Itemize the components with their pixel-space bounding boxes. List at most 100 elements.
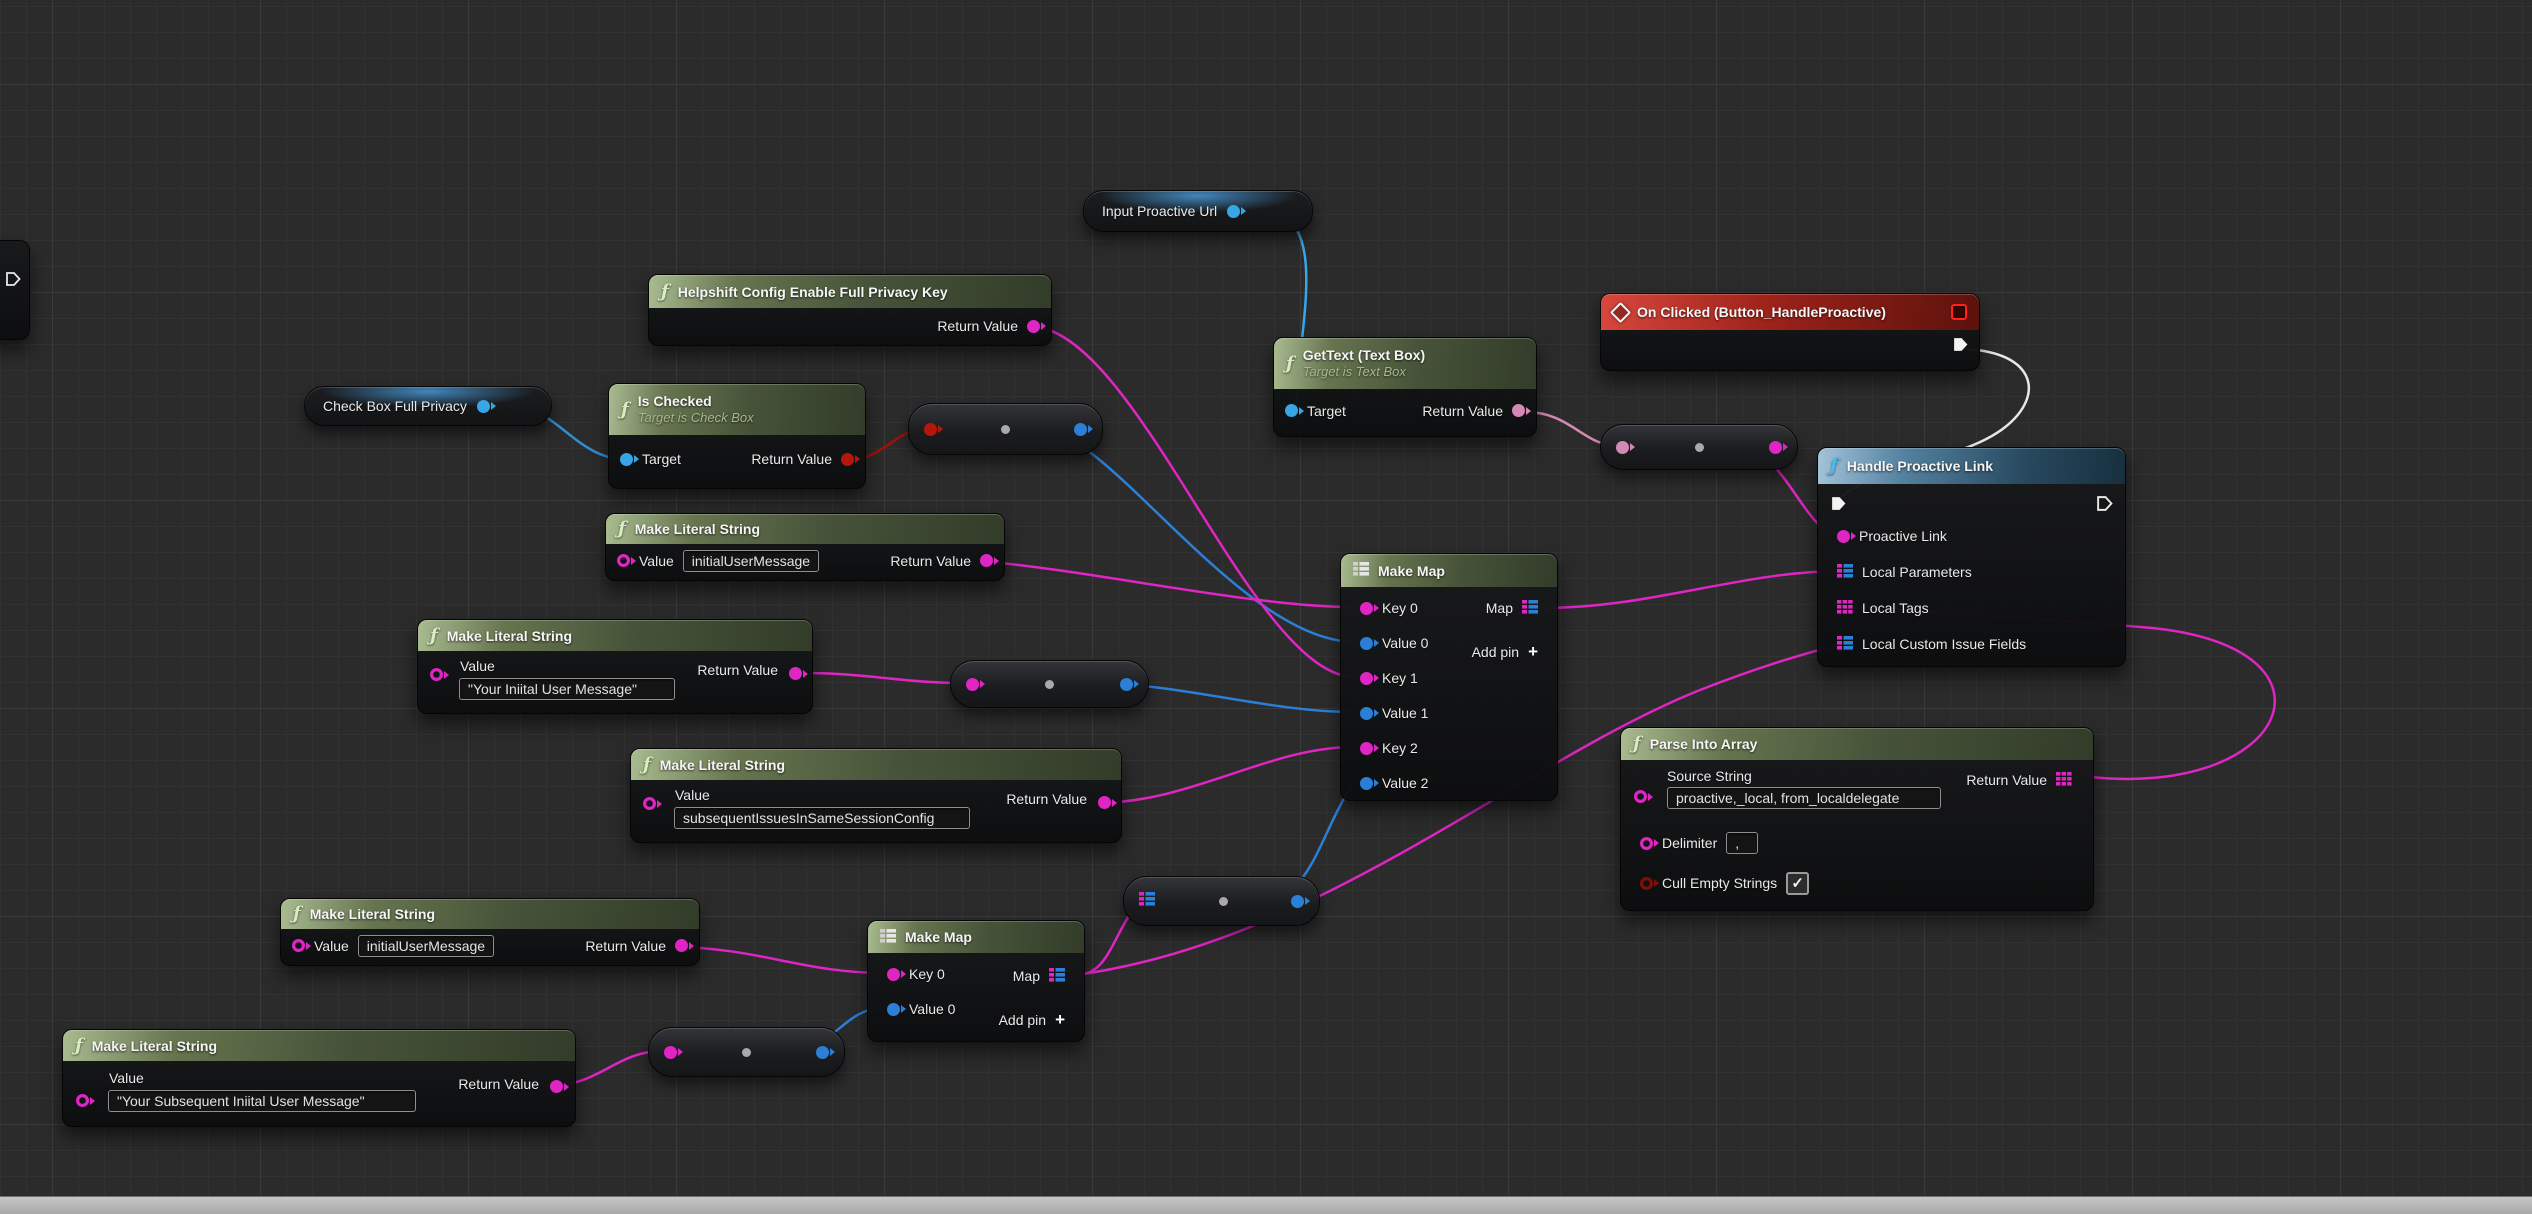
node-make-literal-string-4[interactable]: ƒ Make Literal String Value initialUserM… — [280, 898, 700, 966]
bool-in-pin[interactable] — [924, 423, 937, 436]
conversion-node-string-to-text-2[interactable] — [648, 1027, 845, 1077]
conversion-node-map-to-text[interactable] — [1123, 876, 1320, 926]
node-parse-into-array[interactable]: ƒ Parse Into Array Source String proacti… — [1620, 727, 2094, 911]
value-0-pin[interactable] — [1360, 637, 1373, 650]
node-make-literal-string-5[interactable]: ƒ Make Literal String Value "Your Subseq… — [62, 1029, 576, 1127]
node-make-map-2[interactable]: Make Map Key 0 Value 0 Map Add pin + — [867, 920, 1085, 1042]
array-pin[interactable] — [1837, 600, 1853, 617]
exec-in-pin[interactable] — [1830, 495, 1847, 515]
add-pin-button[interactable]: Add pin + — [988, 1007, 1076, 1033]
value-input[interactable]: initialUserMessage — [358, 935, 494, 957]
key-2-pin[interactable] — [1360, 742, 1373, 755]
map-out-pin[interactable] — [1049, 968, 1065, 985]
pin-label: Key 2 — [1382, 740, 1418, 756]
value-input[interactable]: subsequentIssuesInSameSessionConfig — [674, 807, 970, 829]
node-make-literal-string-1[interactable]: ƒ Make Literal String Value initialUserM… — [605, 513, 1005, 581]
text-in-pin[interactable] — [1616, 441, 1629, 454]
value-in-pin[interactable] — [643, 797, 656, 810]
object-out-pin[interactable] — [477, 400, 490, 413]
function-icon: ƒ — [1830, 457, 1838, 475]
value-in-pin[interactable] — [430, 668, 443, 681]
node-helpshift-config-enable-full-privacy-key[interactable]: ƒ Helpshift Config Enable Full Privacy K… — [648, 274, 1052, 346]
pin-label: Return Value — [697, 662, 778, 678]
value-2-pin[interactable] — [1360, 777, 1373, 790]
node-check-box-full-privacy[interactable]: Check Box Full Privacy — [304, 386, 552, 426]
wire-mls1-to-makemap1-key0 — [990, 562, 1354, 607]
event-icon — [1610, 301, 1631, 322]
return-value-pin[interactable] — [980, 554, 993, 567]
value-in-pin[interactable] — [617, 554, 630, 567]
return-value-pin[interactable] — [550, 1080, 563, 1093]
string-in-pin[interactable] — [966, 678, 979, 691]
pin-label: Value 1 — [1382, 705, 1428, 721]
value-in-pin[interactable] — [292, 939, 305, 952]
blueprint-graph-canvas[interactable]: Input Proactive Url Check Box Full Priva… — [0, 0, 2532, 1214]
pin-label: Return Value — [1966, 772, 2047, 788]
value-input[interactable]: initialUserMessage — [683, 550, 819, 572]
wire-pillbool-to-makemap1-value0 — [1046, 428, 1354, 642]
conversion-node-bool-to-text[interactable] — [908, 403, 1103, 455]
value-input[interactable]: "Your Subsequent Iniital User Message" — [108, 1090, 416, 1112]
cull-empty-strings-checkbox[interactable]: ✓ — [1786, 872, 1809, 895]
node-is-checked[interactable]: ƒ Is Checked Target is Check Box Target … — [608, 383, 866, 489]
add-pin-label: Add pin — [1472, 644, 1519, 660]
text-out-pin[interactable] — [1074, 423, 1087, 436]
wire-mls4-to-makemap2-key0 — [670, 947, 884, 973]
value-input[interactable]: "Your Iniital User Message" — [459, 678, 675, 700]
map-icon — [1353, 562, 1369, 579]
node-title: GetText (Text Box) — [1303, 347, 1425, 365]
string-out-pin[interactable] — [1769, 441, 1782, 454]
value-in-pin[interactable] — [76, 1094, 89, 1107]
key-0-pin[interactable] — [887, 968, 900, 981]
conversion-dot-icon — [742, 1048, 751, 1057]
delimiter-input[interactable]: , — [1726, 832, 1758, 854]
value-0-pin[interactable] — [887, 1003, 900, 1016]
map-out-pin[interactable] — [1522, 600, 1538, 617]
text-out-pin[interactable] — [816, 1046, 829, 1059]
pin-label: Delimiter — [1662, 835, 1717, 851]
map-pin[interactable] — [1837, 636, 1853, 653]
return-value-pin[interactable] — [675, 939, 688, 952]
node-make-map-1[interactable]: Make Map Key 0 Value 0 Key 1 Value 1 Key… — [1340, 553, 1558, 801]
target-in-pin[interactable] — [1285, 404, 1298, 417]
horizontal-scrollbar[interactable] — [0, 1196, 2532, 1214]
return-value-pin[interactable] — [789, 667, 802, 680]
key-1-pin[interactable] — [1360, 672, 1373, 685]
return-value-pin[interactable] — [1512, 404, 1525, 417]
return-value-pin[interactable] — [841, 453, 854, 466]
wire-makemap1-to-handle-localparams — [1542, 571, 1843, 608]
cull-empty-strings-in-pin[interactable] — [1640, 877, 1653, 890]
text-out-pin[interactable] — [1120, 678, 1133, 691]
source-string-input[interactable]: proactive,_local, from_localdelegate — [1667, 787, 1941, 809]
map-pin[interactable] — [1837, 564, 1853, 581]
object-out-pin[interactable] — [1227, 205, 1240, 218]
return-value-pin[interactable] — [1098, 796, 1111, 809]
string-in-pin[interactable] — [664, 1046, 677, 1059]
array-out-pin[interactable] — [2056, 772, 2072, 789]
pin-label: Return Value — [458, 1076, 539, 1092]
target-in-pin[interactable] — [620, 453, 633, 466]
node-offscreen-left[interactable] — [0, 240, 30, 340]
map-in-pin[interactable] — [1139, 892, 1155, 911]
exec-out-pin[interactable] — [5, 271, 21, 290]
exec-out-pin[interactable] — [2096, 495, 2113, 515]
node-input-proactive-url[interactable]: Input Proactive Url — [1083, 190, 1313, 232]
exec-out-pin[interactable] — [1952, 336, 1969, 356]
conversion-node-string-to-text-1[interactable] — [950, 660, 1149, 708]
add-pin-button[interactable]: Add pin + — [1461, 639, 1549, 665]
node-on-clicked-button-handleproactive[interactable]: On Clicked (Button_HandleProactive) — [1600, 293, 1980, 371]
node-make-literal-string-3[interactable]: ƒ Make Literal String Value subsequentIs… — [630, 748, 1122, 843]
conversion-node-text-to-string[interactable] — [1600, 424, 1798, 470]
proactive-link-pin[interactable] — [1837, 530, 1850, 543]
delimiter-in-pin[interactable] — [1640, 837, 1653, 850]
node-handle-proactive-link[interactable]: ƒ Handle Proactive Link Proactive Link L… — [1817, 447, 2126, 667]
text-out-pin[interactable] — [1291, 895, 1304, 908]
map-icon — [880, 929, 896, 946]
source-string-in-pin[interactable] — [1634, 790, 1647, 803]
function-icon: ƒ — [621, 401, 629, 419]
node-gettext-text-box[interactable]: ƒ GetText (Text Box) Target is Text Box … — [1273, 337, 1537, 437]
return-value-pin[interactable] — [1027, 320, 1040, 333]
node-make-literal-string-2[interactable]: ƒ Make Literal String Value "Your Iniita… — [417, 619, 813, 714]
value-1-pin[interactable] — [1360, 707, 1373, 720]
key-0-pin[interactable] — [1360, 602, 1373, 615]
